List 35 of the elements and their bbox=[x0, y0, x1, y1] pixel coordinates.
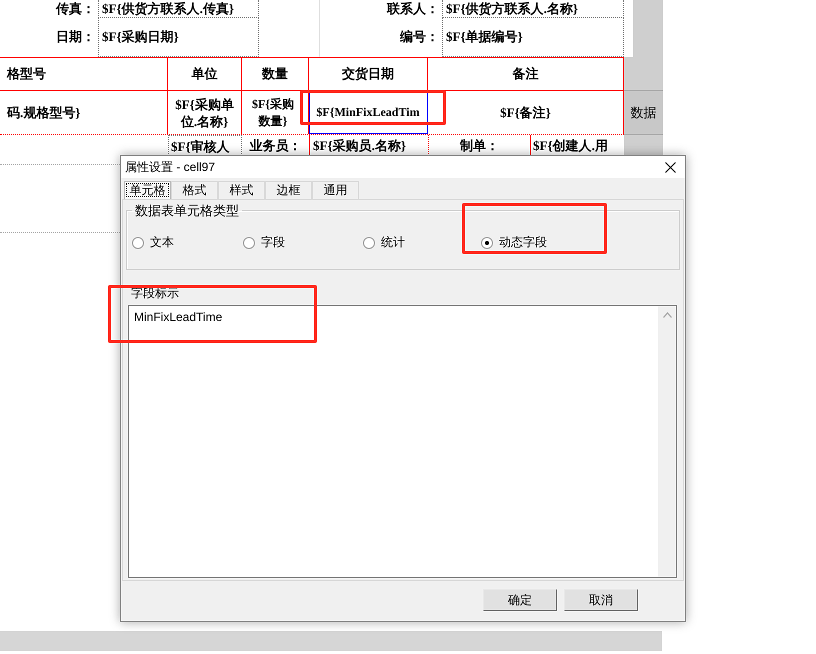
radio-button[interactable]: 文本 bbox=[132, 234, 174, 251]
column-header: 格型号 bbox=[0, 58, 168, 90]
field-label: 联系人： bbox=[386, 0, 440, 18]
radio-button[interactable]: 统计 bbox=[363, 234, 405, 251]
column-header: 单位 bbox=[168, 58, 242, 90]
table-cell: $F{采购单位.名称} bbox=[168, 91, 242, 134]
field-label: 字段标示 bbox=[131, 286, 179, 301]
tab[interactable]: 单元格 bbox=[124, 181, 171, 199]
tab[interactable]: 样式 bbox=[218, 181, 265, 199]
vertical-scrollbar[interactable] bbox=[658, 306, 676, 577]
row-header: 数据 bbox=[624, 90, 663, 135]
tab[interactable]: 边框 bbox=[265, 181, 312, 199]
close-button[interactable] bbox=[665, 162, 676, 172]
text-area-field[interactable]: MinFixLeadTime bbox=[128, 305, 677, 578]
field-label: 编号： bbox=[398, 28, 440, 46]
table-cell: 码.规格型号} bbox=[0, 91, 168, 134]
close-icon bbox=[665, 162, 676, 172]
scroll-up-icon[interactable] bbox=[662, 312, 672, 318]
tab[interactable]: 通用 bbox=[312, 181, 359, 199]
cancel-button[interactable]: 取消 bbox=[564, 589, 638, 611]
horizontal-scrollbar[interactable] bbox=[0, 631, 662, 651]
radio-button[interactable]: 动态字段 bbox=[481, 234, 547, 251]
radio-button[interactable]: 字段 bbox=[243, 234, 285, 251]
group-title: 数据表单元格类型 bbox=[134, 203, 240, 218]
table-cell-text: 业务员： bbox=[248, 137, 302, 155]
field-label: 日期： bbox=[55, 28, 96, 46]
table-cell: $F{供货方联系人.传真} bbox=[98, 0, 259, 18]
column-header: 数量 bbox=[242, 58, 309, 90]
column-header: 交货日期 bbox=[309, 58, 428, 90]
tab[interactable]: 格式 bbox=[171, 181, 218, 199]
table-cell: $F{采购日期} bbox=[98, 17, 259, 57]
field-label: 传真： bbox=[54, 0, 96, 18]
ok-button[interactable]: 确定 bbox=[483, 589, 557, 611]
table-cell: $F{采购数量} bbox=[242, 91, 309, 134]
table-cell: $F{MinFixLeadTim bbox=[309, 91, 428, 134]
